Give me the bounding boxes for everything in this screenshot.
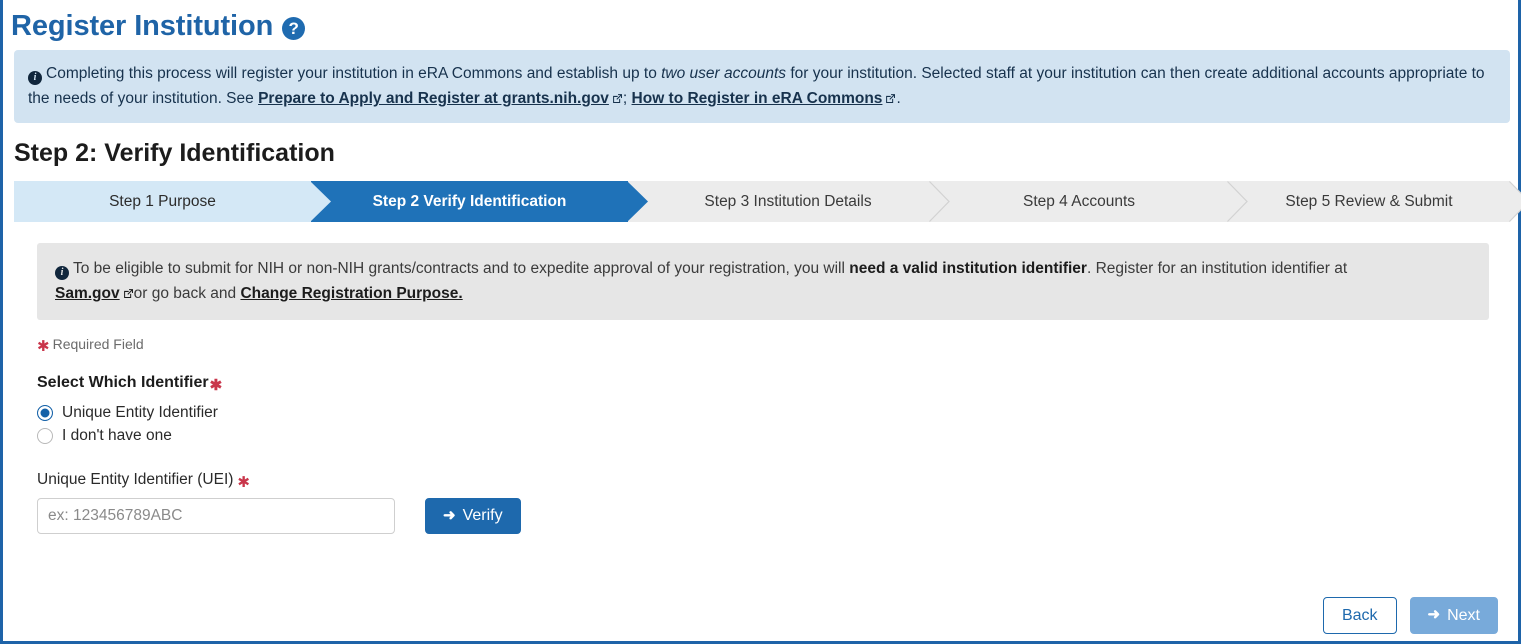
step-item-4-label: Step 4 Accounts bbox=[1011, 193, 1147, 211]
next-button-label: Next bbox=[1447, 607, 1480, 625]
banner-emphasis: two user accounts bbox=[661, 65, 786, 82]
link-sam-gov-label: Sam.gov bbox=[55, 285, 120, 302]
arrow-right-icon: ➜ bbox=[1428, 607, 1441, 622]
required-star-icon: ✱ bbox=[210, 378, 223, 393]
radio-option-no-identifier-label: I don't have one bbox=[62, 427, 172, 445]
next-button[interactable]: ➜ Next bbox=[1410, 597, 1498, 634]
form-navigation-buttons: Back ➜ Next bbox=[1323, 597, 1498, 634]
verify-button-label: Verify bbox=[463, 507, 503, 525]
banner-separator: ; bbox=[623, 90, 632, 107]
uei-input[interactable] bbox=[37, 498, 395, 534]
step-progress-bar: Step 1 Purpose Step 2 Verify Identificat… bbox=[14, 181, 1510, 222]
eligibility-info-box: i To be eligible to submit for NIH or non… bbox=[37, 243, 1489, 320]
help-question-icon[interactable]: ? bbox=[282, 17, 305, 40]
info-icon: i bbox=[55, 266, 69, 280]
register-institution-page: Register Institution ? i Completing this … bbox=[0, 0, 1521, 644]
uei-field-label: Unique Entity Identifier (UEI) ✱ bbox=[37, 471, 521, 489]
back-button-label: Back bbox=[1342, 607, 1378, 625]
radio-option-unique-entity-identifier-label: Unique Entity Identifier bbox=[62, 404, 218, 422]
required-field-note: ✱ Required Field bbox=[37, 336, 521, 352]
back-button[interactable]: Back bbox=[1323, 597, 1397, 634]
grey-text-3: or go back and bbox=[134, 285, 241, 302]
step-item-2-label: Step 2 Verify Identification bbox=[361, 193, 579, 211]
required-star-icon: ✱ bbox=[237, 475, 250, 490]
link-prepare-to-apply-label: Prepare to Apply and Register at grants.… bbox=[258, 90, 609, 107]
grey-text-1: To be eligible to submit for NIH or non-… bbox=[73, 260, 849, 277]
external-link-icon bbox=[885, 93, 896, 104]
registration-info-banner: i Completing this process will register y… bbox=[14, 50, 1510, 123]
link-how-to-register[interactable]: How to Register in eRA Commons bbox=[632, 90, 897, 107]
chevron-divider-icon bbox=[1509, 181, 1521, 222]
step-item-1-label: Step 1 Purpose bbox=[97, 193, 228, 211]
select-identifier-legend: Select Which Identifier ✱ bbox=[37, 374, 521, 392]
step-item-5[interactable]: Step 5 Review & Submit bbox=[1228, 181, 1510, 222]
grey-text-bold: need a valid institution identifier bbox=[849, 260, 1087, 277]
link-prepare-to-apply[interactable]: Prepare to Apply and Register at grants.… bbox=[258, 90, 623, 107]
link-sam-gov[interactable]: Sam.gov bbox=[55, 285, 120, 302]
step-item-2[interactable]: Step 2 Verify Identification bbox=[311, 181, 628, 222]
step-item-4[interactable]: Step 4 Accounts bbox=[930, 181, 1228, 222]
external-link-icon bbox=[612, 93, 623, 104]
step-item-3-label: Step 3 Institution Details bbox=[692, 193, 883, 211]
select-identifier-label: Select Which Identifier bbox=[37, 374, 209, 392]
step-item-3[interactable]: Step 3 Institution Details bbox=[628, 181, 930, 222]
radio-option-no-identifier[interactable]: I don't have one bbox=[37, 427, 521, 445]
link-how-to-register-label: How to Register in eRA Commons bbox=[632, 90, 883, 107]
radio-button-selected-icon[interactable] bbox=[37, 405, 53, 421]
page-header: Register Institution ? bbox=[3, 0, 1518, 45]
step-item-5-label: Step 5 Review & Submit bbox=[1273, 193, 1464, 211]
uei-field-label-text: Unique Entity Identifier (UEI) bbox=[37, 471, 233, 489]
grey-text-2: . Register for an institution identifier… bbox=[1087, 260, 1347, 277]
required-star-icon: ✱ bbox=[37, 339, 50, 354]
link-change-registration-purpose[interactable]: Change Registration Purpose. bbox=[240, 285, 462, 302]
external-link-icon bbox=[123, 288, 134, 299]
required-field-label: Required Field bbox=[53, 336, 144, 352]
banner-text-end: . bbox=[896, 90, 900, 107]
step-heading: Step 2: Verify Identification bbox=[14, 141, 335, 166]
arrow-right-icon: ➜ bbox=[443, 508, 456, 523]
info-icon: i bbox=[28, 71, 42, 85]
identifier-form: ✱ Required Field Select Which Identifier… bbox=[37, 336, 521, 534]
radio-option-unique-entity-identifier[interactable]: Unique Entity Identifier bbox=[37, 404, 521, 422]
verify-button[interactable]: ➜ Verify bbox=[425, 498, 521, 534]
banner-text-1: Completing this process will register yo… bbox=[46, 65, 661, 82]
uei-input-row: ➜ Verify bbox=[37, 498, 521, 534]
radio-button-unselected-icon[interactable] bbox=[37, 428, 53, 444]
page-title: Register Institution bbox=[11, 12, 273, 41]
step-item-1[interactable]: Step 1 Purpose bbox=[14, 181, 311, 222]
